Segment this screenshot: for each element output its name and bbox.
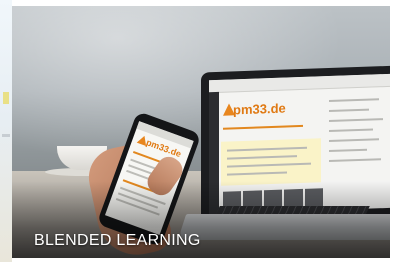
peek-decoration-line <box>2 134 10 137</box>
screen-heading-line <box>223 124 303 130</box>
blended-learning-card[interactable]: pm33.de pm33.de BLENDED LEARNING <box>12 6 390 258</box>
previous-slide-peek[interactable] <box>0 0 12 262</box>
peek-decoration <box>3 92 9 104</box>
card-caption: BLENDED LEARNING <box>34 232 201 249</box>
screen-text-line <box>227 171 287 176</box>
screen-text-line <box>329 138 379 143</box>
screen-logo-text: pm33.de <box>233 100 286 118</box>
screen-text-line <box>227 146 307 152</box>
screen-browser-bar <box>209 73 390 94</box>
screen-text-line <box>227 162 311 168</box>
screen-highlight-box <box>221 138 321 186</box>
screen-text-line <box>329 118 383 123</box>
screen-text-line <box>329 148 367 153</box>
screen-text-line <box>329 158 381 163</box>
screen-text-line <box>329 98 379 103</box>
screen-text-line <box>329 108 369 113</box>
screen-text-line <box>329 128 373 133</box>
screen-text-line <box>227 155 297 160</box>
